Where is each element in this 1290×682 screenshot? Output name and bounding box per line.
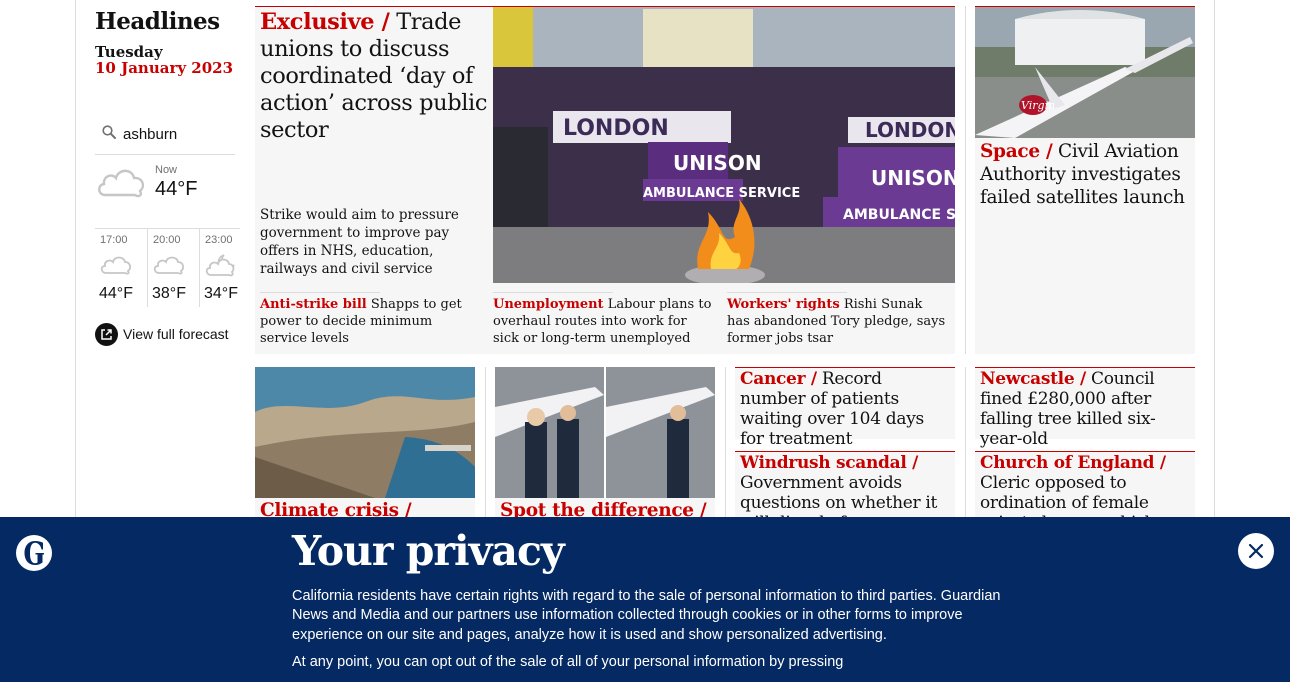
privacy-paragraph: At any point, you can opt out of the sal… xyxy=(292,653,844,670)
column-divider xyxy=(965,367,966,517)
image-logo-text: Virgin xyxy=(1021,99,1055,112)
forecast-temp: 38°F xyxy=(152,285,186,302)
forecast-item: 20:00 38°F xyxy=(147,229,197,307)
forecast-temp: 44°F xyxy=(99,285,133,302)
spot-difference-card[interactable]: Spot the difference / xyxy=(495,367,715,527)
search-icon xyxy=(102,125,116,139)
lead-image[interactable]: LONDON UNISON AMBULANCE SERVICE LONDON U… xyxy=(493,7,955,283)
forecast-time: 20:00 xyxy=(153,234,181,246)
sublink[interactable]: Workers' rights Rishi Sunak has abandone… xyxy=(727,292,949,347)
weather-forecast: 17:00 44°F 20:00 38°F 23:00 34°F xyxy=(95,228,240,307)
column-divider xyxy=(725,367,726,517)
forecast-item: 17:00 44°F xyxy=(95,229,145,307)
column-divider xyxy=(965,6,966,354)
windrush-kicker: Windrush scandal / xyxy=(740,453,919,473)
weather-now-temp: 44°F xyxy=(155,178,198,200)
privacy-body: California residents have certain rights… xyxy=(292,587,1002,672)
guardian-g-logo-icon xyxy=(16,535,52,571)
cancer-kicker: Cancer / xyxy=(740,369,817,389)
cloud-icon xyxy=(100,256,132,275)
cloud-icon xyxy=(98,169,145,198)
date-full: 10 January 2023 xyxy=(95,59,234,77)
climate-story-card[interactable]: Climate crisis / xyxy=(255,367,475,527)
space-kicker: Space / xyxy=(980,141,1053,162)
lead-headline[interactable]: Exclusive / Trade unions to discuss coor… xyxy=(260,9,488,144)
cloud-icon xyxy=(153,256,185,275)
space-story-image[interactable]: Virgin xyxy=(975,7,1195,138)
newcastle-kicker: Newcastle / xyxy=(980,369,1086,389)
image-sign-text: AMBULANCE SER xyxy=(843,207,955,223)
view-full-forecast-label[interactable]: View full forecast xyxy=(123,326,229,342)
newcastle-story-card[interactable]: Newcastle / Council fined £280,000 after… xyxy=(975,367,1195,449)
privacy-banner: Your privacy California residents have c… xyxy=(0,517,1290,682)
sublink-kicker: Anti-strike bill xyxy=(260,297,367,312)
lead-story-card[interactable]: Exclusive / Trade unions to discuss coor… xyxy=(255,6,955,354)
climate-story-image[interactable] xyxy=(255,367,475,498)
spot-difference-image[interactable] xyxy=(495,367,715,498)
sublink[interactable]: Unemployment Labour plans to overhaul ro… xyxy=(493,292,715,347)
column-divider xyxy=(485,367,486,517)
forecast-time: 17:00 xyxy=(100,234,128,246)
close-button[interactable] xyxy=(1238,533,1274,569)
privacy-paragraph: California residents have certain rights… xyxy=(292,588,1001,643)
forecast-temp: 34°F xyxy=(204,285,238,302)
external-link-icon xyxy=(95,322,118,346)
church-kicker: Church of England / xyxy=(980,453,1166,473)
image-sign-text: LONDON xyxy=(563,116,669,141)
image-sign-text: LONDON xyxy=(865,118,955,142)
cloud-moon-icon xyxy=(205,254,235,277)
forecast-item: 23:00 34°F xyxy=(199,229,249,307)
image-sign-text: UNISON xyxy=(871,166,955,190)
space-story-card[interactable]: Virgin Space / Civil Aviation Authority … xyxy=(975,6,1195,354)
lead-standfirst: Strike would aim to pressure government … xyxy=(260,207,459,277)
view-full-forecast-link[interactable]: View full forecast xyxy=(95,322,229,346)
page-title: Headlines xyxy=(95,8,220,35)
cancer-story-card[interactable]: Cancer / Record number of patients waiti… xyxy=(735,367,955,449)
lead-kicker: Exclusive / xyxy=(260,9,390,35)
sublink-kicker: Workers' rights xyxy=(727,297,840,312)
location-search[interactable]: ashburn xyxy=(95,118,235,155)
cancer-headline[interactable]: Cancer / Record number of patients waiti… xyxy=(740,369,952,449)
sublink-kicker: Unemployment xyxy=(493,297,604,312)
image-sign-text: AMBULANCE SERVICE xyxy=(643,186,800,201)
space-headline[interactable]: Space / Civil Aviation Authority investi… xyxy=(980,140,1192,209)
close-icon xyxy=(1248,543,1264,559)
privacy-title: Your privacy xyxy=(292,527,565,575)
location-search-value[interactable]: ashburn xyxy=(123,126,177,143)
newcastle-headline[interactable]: Newcastle / Council fined £280,000 after… xyxy=(980,369,1192,449)
forecast-time: 23:00 xyxy=(205,234,233,246)
weather-now-label: Now xyxy=(155,164,178,176)
image-sign-text: UNISON xyxy=(673,151,762,175)
sublink[interactable]: Anti-strike bill Shapps to get power to … xyxy=(260,292,482,347)
